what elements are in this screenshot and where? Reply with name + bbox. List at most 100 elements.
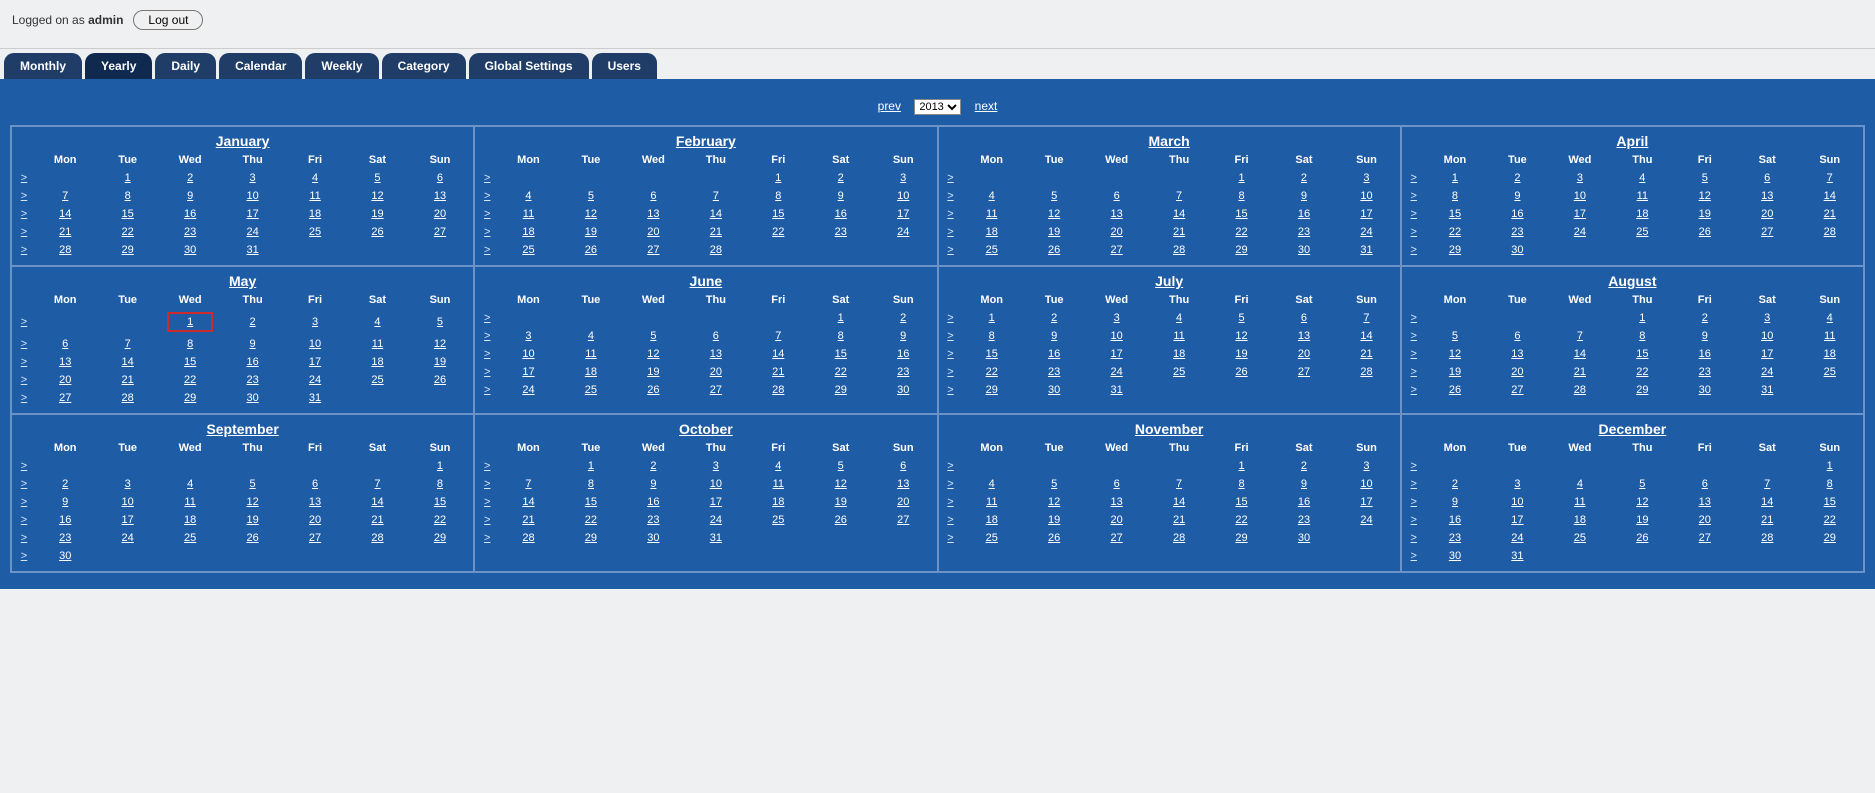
day-link[interactable]: 13 [647, 208, 659, 220]
week-link[interactable]: > [484, 514, 490, 526]
day-link[interactable]: 26 [585, 244, 597, 256]
day-link[interactable]: 9 [900, 330, 906, 342]
day-link[interactable]: 5 [1452, 330, 1458, 342]
day-link[interactable]: 19 [1636, 514, 1648, 526]
day-link[interactable]: 20 [1298, 348, 1310, 360]
week-link[interactable]: > [484, 244, 490, 256]
day-link[interactable]: 16 [1298, 208, 1310, 220]
day-link[interactable]: 27 [1298, 366, 1310, 378]
week-link[interactable]: > [21, 478, 27, 490]
day-link[interactable]: 6 [713, 330, 719, 342]
day-link[interactable]: 8 [187, 338, 193, 350]
day-link[interactable]: 22 [585, 514, 597, 526]
next-year-link[interactable]: next [975, 99, 998, 113]
day-link[interactable]: 28 [522, 532, 534, 544]
day-link[interactable]: 23 [835, 226, 847, 238]
day-link[interactable]: 24 [522, 384, 534, 396]
day-link[interactable]: 24 [1761, 366, 1773, 378]
day-link[interactable]: 28 [371, 532, 383, 544]
week-link[interactable]: > [484, 496, 490, 508]
day-link[interactable]: 4 [989, 478, 995, 490]
tab-daily[interactable]: Daily [155, 53, 216, 79]
day-link[interactable]: 26 [1636, 532, 1648, 544]
day-link[interactable]: 19 [647, 366, 659, 378]
day-link[interactable]: 27 [59, 392, 71, 404]
day-link[interactable]: 1 [1827, 460, 1833, 472]
week-link[interactable]: > [947, 384, 953, 396]
day-link[interactable]: 21 [59, 226, 71, 238]
day-link[interactable]: 3 [900, 172, 906, 184]
day-link[interactable]: 23 [647, 514, 659, 526]
day-link[interactable]: 1 [437, 460, 443, 472]
day-link[interactable]: 25 [1824, 366, 1836, 378]
day-link[interactable]: 22 [986, 366, 998, 378]
day-link[interactable]: 22 [1636, 366, 1648, 378]
day-link[interactable]: 10 [122, 496, 134, 508]
day-link[interactable]: 26 [647, 384, 659, 396]
day-link[interactable]: 12 [585, 208, 597, 220]
day-link[interactable]: 6 [650, 190, 656, 202]
day-link[interactable]: 7 [1176, 190, 1182, 202]
day-link[interactable]: 14 [59, 208, 71, 220]
week-link[interactable]: > [1411, 496, 1417, 508]
week-link[interactable]: > [947, 348, 953, 360]
day-link[interactable]: 8 [437, 478, 443, 490]
day-link[interactable]: 10 [1574, 190, 1586, 202]
day-link[interactable]: 9 [250, 338, 256, 350]
day-link[interactable]: 27 [434, 226, 446, 238]
day-link[interactable]: 12 [1636, 496, 1648, 508]
day-link[interactable]: 12 [371, 190, 383, 202]
day-link[interactable]: 22 [184, 374, 196, 386]
day-link[interactable]: 15 [1449, 208, 1461, 220]
day-link[interactable]: 17 [1511, 514, 1523, 526]
day-link[interactable]: 16 [897, 348, 909, 360]
day-link[interactable]: 7 [775, 330, 781, 342]
day-link[interactable]: 13 [1699, 496, 1711, 508]
day-link[interactable]: 16 [246, 356, 258, 368]
day-link[interactable]: 7 [713, 190, 719, 202]
day-link[interactable]: 28 [710, 244, 722, 256]
day-link[interactable]: 5 [437, 316, 443, 328]
day-link[interactable]: 16 [1298, 496, 1310, 508]
day-link[interactable]: 30 [59, 550, 71, 562]
day-link[interactable]: 13 [434, 190, 446, 202]
day-link[interactable]: 8 [775, 190, 781, 202]
day-link[interactable]: 4 [187, 478, 193, 490]
day-link[interactable]: 11 [184, 496, 195, 508]
day-link[interactable]: 17 [522, 366, 534, 378]
month-title-june[interactable]: June [477, 269, 934, 291]
day-link[interactable]: 4 [1577, 478, 1583, 490]
day-link[interactable]: 9 [650, 478, 656, 490]
day-link[interactable]: 8 [1452, 190, 1458, 202]
day-link[interactable]: 27 [309, 532, 321, 544]
year-select[interactable]: 20112012201320142015 [914, 99, 961, 115]
week-link[interactable]: > [1411, 532, 1417, 544]
day-link[interactable]: 4 [989, 190, 995, 202]
day-link[interactable]: 4 [1827, 312, 1833, 324]
week-link[interactable]: > [1411, 226, 1417, 238]
day-link[interactable]: 23 [1511, 226, 1523, 238]
day-link[interactable]: 2 [900, 312, 906, 324]
day-link[interactable]: 24 [246, 226, 258, 238]
month-title-april[interactable]: April [1404, 129, 1861, 151]
day-link[interactable]: 27 [1111, 532, 1123, 544]
day-link[interactable]: 7 [125, 338, 131, 350]
day-link[interactable]: 19 [1235, 348, 1247, 360]
day-link[interactable]: 12 [835, 478, 847, 490]
day-link[interactable]: 13 [1111, 496, 1123, 508]
day-link[interactable]: 7 [1176, 478, 1182, 490]
day-link[interactable]: 3 [713, 460, 719, 472]
day-link[interactable]: 30 [1048, 384, 1060, 396]
week-link[interactable]: > [947, 514, 953, 526]
day-link[interactable]: 9 [1702, 330, 1708, 342]
day-link[interactable]: 1 [1639, 312, 1645, 324]
day-link[interactable]: 26 [371, 226, 383, 238]
day-link[interactable]: 31 [1111, 384, 1123, 396]
week-link[interactable]: > [484, 532, 490, 544]
day-link[interactable]: 25 [986, 532, 998, 544]
day-link[interactable]: 7 [525, 478, 531, 490]
day-link[interactable]: 21 [122, 374, 134, 386]
day-link[interactable]: 14 [1360, 330, 1372, 342]
week-link[interactable]: > [21, 190, 27, 202]
day-link[interactable]: 29 [184, 392, 196, 404]
